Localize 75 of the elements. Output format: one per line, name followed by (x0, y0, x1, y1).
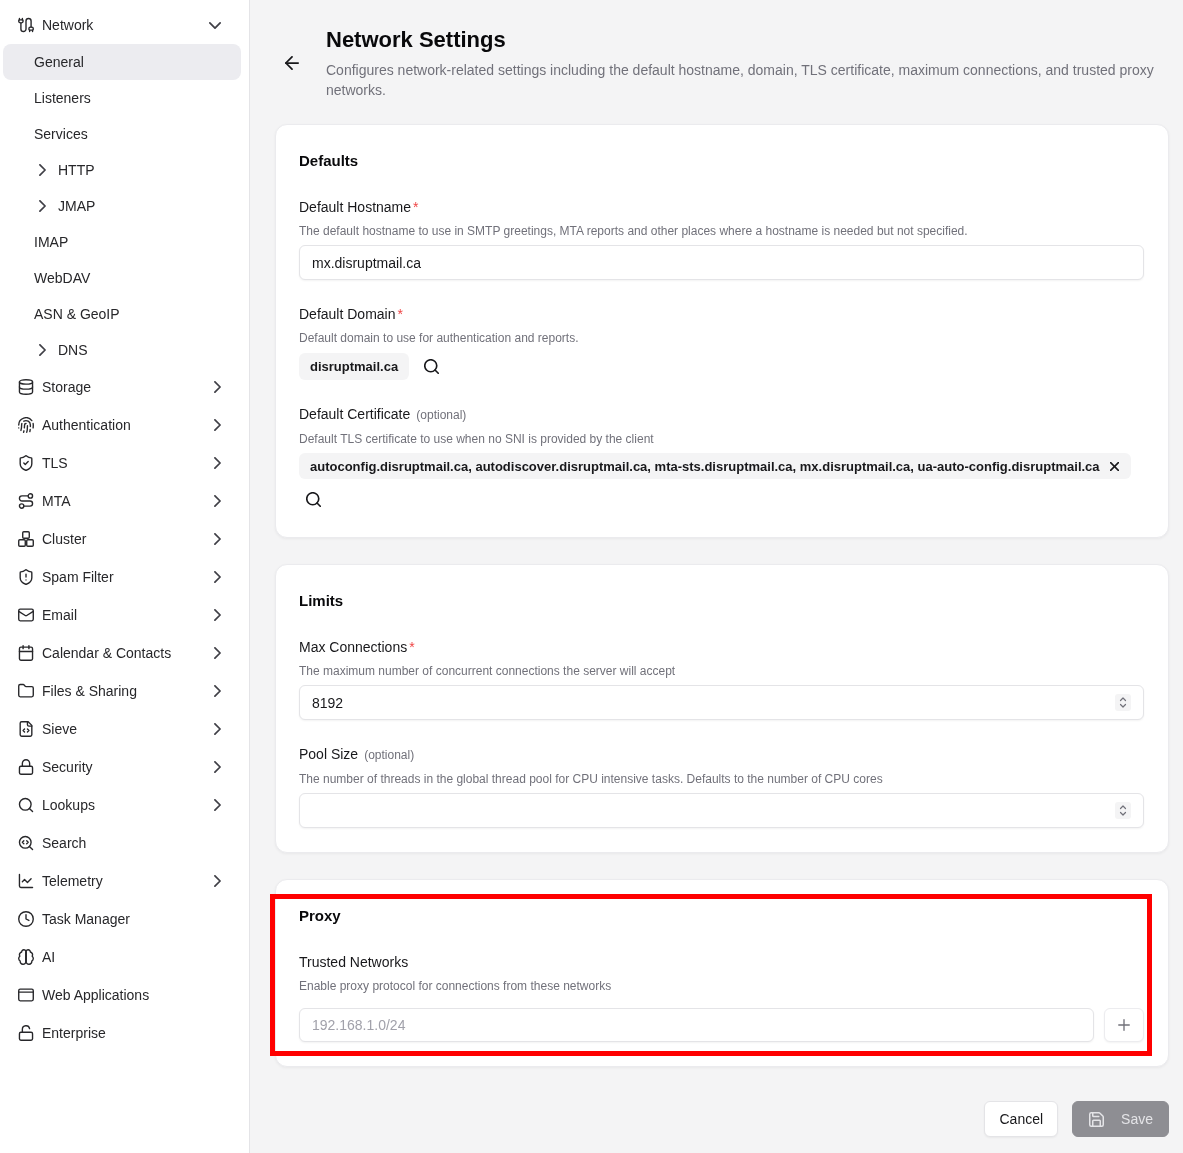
chevron-right-icon[interactable] (214, 457, 221, 469)
field-help-text: Default TLS certificate to use when no SNI is provided by the client (299, 431, 655, 447)
brain-icon (18, 949, 34, 965)
file-code-icon (18, 721, 34, 737)
optional-note: (optional) (364, 747, 415, 764)
chevron-right-icon[interactable] (214, 495, 221, 507)
plus-icon (1118, 1019, 1130, 1031)
route-icon (18, 493, 34, 509)
list-entry-field[interactable]: 192.168.1.0/24 (299, 1008, 1094, 1042)
required-marker: * (413, 198, 419, 217)
section-title: Limits (299, 591, 345, 611)
field-label: Trusted Networks (299, 953, 409, 972)
boxes-icon (18, 531, 34, 547)
search-code-icon (18, 835, 34, 851)
chevron-down-icon[interactable] (209, 21, 221, 29)
line-chart-icon (18, 873, 34, 889)
search-icon (18, 797, 34, 813)
optional-note: (optional) (416, 407, 467, 424)
section-title: Defaults (299, 151, 360, 171)
chevron-right-icon[interactable] (214, 875, 221, 887)
chevron-right-icon[interactable] (214, 761, 221, 773)
field-label: Default Certificate (299, 405, 411, 424)
clock-icon (18, 911, 34, 927)
shield-alert-icon (18, 569, 34, 585)
chevrons-up-down-icon[interactable] (1115, 694, 1131, 711)
window-icon (18, 987, 34, 1003)
chevron-right-icon[interactable] (214, 799, 221, 811)
number-field[interactable]: 8192 (299, 685, 1144, 720)
field-label: Pool Size (299, 745, 359, 764)
chevron-right-icon[interactable] (214, 571, 221, 583)
shield-check-icon (18, 455, 34, 471)
number-field[interactable] (299, 793, 1144, 828)
sidebar-item[interactable]: General (3, 44, 241, 80)
cancel-button[interactable]: Cancel (984, 1101, 1059, 1137)
field-help-text: Enable proxy protocol for connections from these networks (299, 978, 613, 994)
section-title: Proxy (299, 906, 342, 926)
add-button[interactable] (1104, 1008, 1144, 1042)
field-label: Max Connections (299, 638, 408, 657)
field-help-text: Default domain to use for authentication and reports. (299, 330, 580, 346)
chevron-right-icon[interactable] (214, 381, 221, 393)
search-icon[interactable] (423, 358, 439, 374)
page-title: Network Settings (326, 26, 507, 54)
field-help-text: The number of threads in the global thread pool for CPU intensive tasks. Defaults to the number of CPU cores (299, 771, 884, 787)
chevron-right-icon[interactable] (214, 685, 221, 697)
unlock-icon (18, 1025, 34, 1041)
chevrons-up-down-icon[interactable] (1115, 802, 1131, 819)
cable-icon (18, 17, 34, 33)
chevron-right-icon[interactable] (39, 164, 46, 176)
save-icon (1089, 1111, 1105, 1127)
required-marker: * (397, 305, 403, 324)
chip-text: disruptmail.ca (310, 358, 399, 374)
chevron-right-icon[interactable] (39, 200, 46, 212)
chevron-right-icon[interactable] (214, 533, 221, 545)
chevron-right-icon[interactable] (214, 419, 221, 431)
mail-icon (18, 607, 34, 623)
field-help-text: The maximum number of concurrent connections the server will accept (299, 663, 677, 679)
lock-icon (18, 759, 34, 775)
required-marker: * (409, 638, 415, 657)
chevron-right-icon[interactable] (214, 723, 221, 735)
field-help-text: The default hostname to use in SMTP greetings, MTA reports and other places where a hostname is needed but not specified. (299, 223, 969, 239)
close-icon[interactable] (1109, 461, 1119, 471)
calendar-icon (18, 645, 34, 661)
chevron-right-icon[interactable] (214, 609, 221, 621)
field-label: Default Hostname (299, 198, 412, 217)
fingerprint-icon (18, 417, 34, 433)
chevron-right-icon[interactable] (214, 647, 221, 659)
page-description: Configures network-related settings including the default hostname, domain, TLS certificate, maximum connections, and trusted proxy networks. (326, 61, 1155, 100)
text-field[interactable]: mx.disruptmail.ca (299, 245, 1144, 280)
chip-text: autoconfig.disruptmail.ca, autodiscover.disruptmail.ca, mta-sts.disruptmail.ca, mx.disruptmail.ca, ua-auto-config.disruptmail.ca (310, 458, 1100, 474)
search-icon[interactable] (305, 491, 321, 507)
database-icon (18, 379, 34, 395)
chevron-right-icon[interactable] (39, 344, 46, 356)
arrow-left-icon[interactable] (285, 56, 299, 70)
field-label: Default Domain (299, 305, 396, 324)
folder-icon (18, 683, 34, 699)
